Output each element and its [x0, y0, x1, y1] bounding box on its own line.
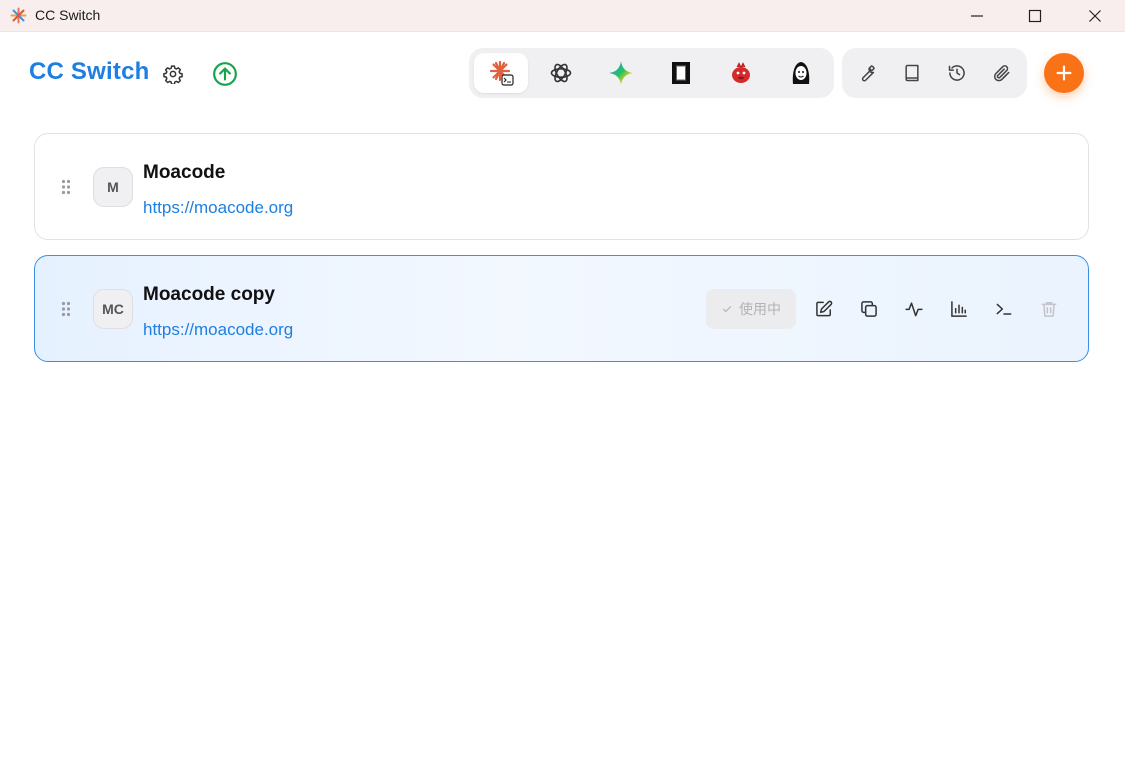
provider-url-link[interactable]: https://moacode.org — [143, 198, 293, 218]
minimize-button[interactable] — [948, 0, 1006, 32]
provider-name: Moacode — [143, 162, 226, 183]
gear-icon — [163, 65, 183, 84]
arrow-up-circle-icon — [213, 62, 237, 86]
tab-app-6[interactable] — [774, 53, 828, 93]
close-icon — [1089, 10, 1101, 22]
tools-button[interactable] — [852, 58, 882, 88]
check-icon — [722, 306, 732, 313]
title-bar: CC Switch — [0, 0, 1125, 32]
plus-icon — [1056, 65, 1072, 81]
terminal-icon — [996, 303, 1012, 315]
tab-openai-codex[interactable] — [534, 53, 588, 93]
health-check-button[interactable] — [899, 294, 929, 324]
maximize-button[interactable] — [1006, 0, 1064, 32]
gemini-icon — [609, 61, 633, 85]
tab-app-4[interactable] — [654, 53, 708, 93]
provider-avatar: MC — [93, 289, 133, 329]
minimize-icon — [971, 15, 983, 17]
app-logo-icon — [10, 7, 27, 24]
provider-url-link[interactable]: https://moacode.org — [143, 320, 293, 340]
add-provider-button[interactable] — [1044, 53, 1084, 93]
tab-claude-code[interactable] — [474, 53, 528, 93]
docs-button[interactable] — [897, 58, 927, 88]
copy-icon — [861, 301, 877, 317]
openai-icon — [550, 63, 572, 83]
attachments-button[interactable] — [987, 58, 1017, 88]
tools-group — [842, 48, 1027, 98]
edit-button[interactable] — [809, 294, 839, 324]
in-use-button[interactable]: 使用中 — [706, 289, 796, 329]
provider-card-active[interactable]: MC Moacode copy https://moacode.org 使用中 — [34, 255, 1089, 362]
terminal-button[interactable] — [989, 294, 1019, 324]
book-icon — [905, 64, 919, 82]
black-square-icon — [672, 62, 690, 84]
close-button[interactable] — [1066, 0, 1124, 32]
paperclip-icon — [993, 65, 1010, 82]
character-icon — [792, 62, 810, 84]
red-mascot-icon — [732, 62, 750, 83]
update-button[interactable] — [211, 60, 239, 88]
trash-icon — [1041, 302, 1057, 317]
history-button[interactable] — [942, 58, 972, 88]
tab-app-5[interactable] — [714, 53, 768, 93]
settings-button[interactable] — [159, 60, 187, 88]
activity-icon — [905, 302, 923, 317]
provider-avatar: M — [93, 167, 133, 207]
maximize-icon — [1028, 9, 1042, 23]
bar-chart-icon — [951, 301, 967, 317]
wrench-icon — [861, 65, 875, 82]
provider-name: Moacode copy — [143, 284, 275, 305]
usage-stats-button[interactable] — [944, 294, 974, 324]
edit-icon — [816, 300, 833, 317]
in-use-label: 使用中 — [739, 301, 781, 317]
window-title: CC Switch — [35, 7, 101, 23]
tab-gemini[interactable] — [594, 53, 648, 93]
claude-code-icon — [489, 60, 514, 86]
app-switcher — [469, 48, 834, 98]
history-icon — [948, 65, 965, 81]
duplicate-button[interactable] — [854, 294, 884, 324]
drag-handle-icon[interactable] — [61, 179, 71, 195]
provider-card[interactable]: M Moacode https://moacode.org — [34, 133, 1089, 240]
delete-button[interactable] — [1034, 294, 1064, 324]
drag-handle-icon[interactable] — [61, 301, 71, 317]
brand-title[interactable]: CC Switch — [29, 58, 149, 86]
